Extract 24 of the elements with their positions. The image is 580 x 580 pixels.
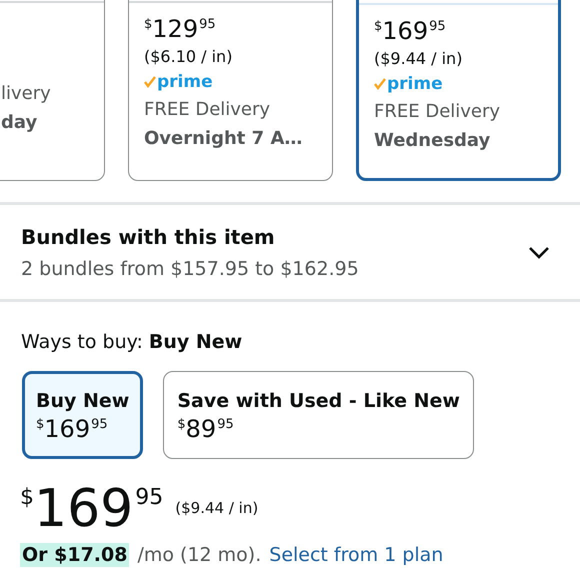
section-title: Bundles with this item [21,225,276,249]
prime-logo: prime [157,73,213,91]
delivery-label: FREE Delivery [144,99,272,121]
check-icon [144,76,156,88]
unit-price: ($6.10 / in) [144,47,234,67]
unit-price: ($9.44 / in) [175,498,258,519]
ways-to-buy-value: Buy New [148,330,242,354]
ways-to-buy-label: Ways to buy: [21,330,143,354]
option-label: Save with Used - Like New [177,389,460,413]
delivery-label: livery [1,83,52,105]
installment-amount: Or $17.08 [20,543,130,567]
delivery-date: Wednesday [374,130,492,152]
installment-terms: /mo (12 mo). [137,543,262,567]
offer-card[interactable]: livery day [0,0,105,181]
bundles-summary: 2 bundles from $157.95 to $162.95 [21,257,359,281]
select-plan-link[interactable]: Select from 1 plan [269,543,444,567]
option-label: Buy New [36,389,130,413]
delivery-date: Overnight 7 A… [144,128,304,150]
prime-logo: prime [387,75,443,93]
delivery-label: FREE Delivery [374,101,502,123]
unit-price: ($9.44 / in) [374,49,464,69]
bundles-row[interactable]: Bundles with this item 2 bundles from $157.95 to $162.95 [0,205,580,299]
delivery-date: day [1,112,38,134]
check-icon [374,78,386,90]
